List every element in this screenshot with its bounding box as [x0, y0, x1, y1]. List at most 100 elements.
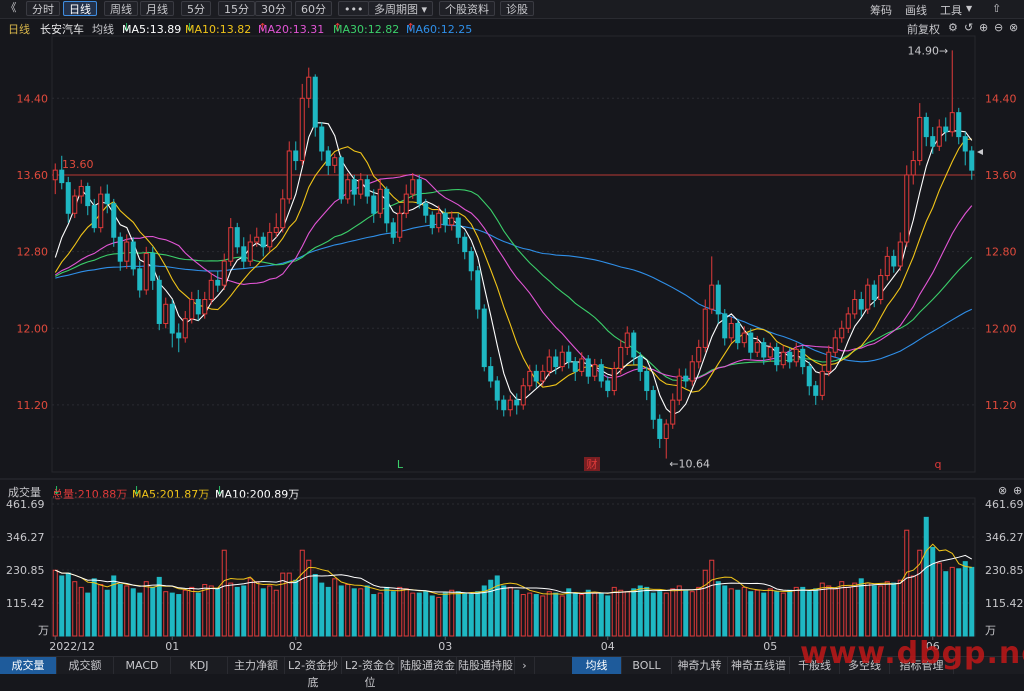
candle-body-24	[208, 279, 214, 301]
overlay-tab-5[interactable]: 多空线	[840, 657, 890, 674]
candle-body-94	[663, 423, 669, 439]
candle-body-50	[377, 188, 383, 214]
candle-body-11	[124, 241, 130, 262]
volume-bar-114	[793, 586, 799, 637]
candle-body-60	[442, 212, 448, 226]
volume-bar-110	[767, 588, 773, 637]
volume-bar-22	[195, 592, 201, 637]
price-tick-right-2: 12.80	[985, 246, 1017, 259]
price-tick-right-3: 12.00	[985, 322, 1017, 335]
volume-bar-62	[455, 591, 461, 637]
candle-body-15	[150, 253, 156, 281]
indicator-tab-6[interactable]: L2-资金仓位	[342, 657, 399, 689]
overlay-tab-6[interactable]: 指标管理	[890, 657, 954, 674]
candle-body-126	[871, 284, 877, 301]
candle-body-28	[234, 227, 240, 248]
volume-bar-77	[553, 592, 559, 637]
candle-body-52	[390, 222, 396, 238]
indicator-tab-1[interactable]: 成交额	[57, 657, 114, 674]
price-tick-left-2: 12.80	[17, 246, 49, 259]
volume-bar-60	[442, 592, 448, 637]
candle-body-29	[241, 246, 247, 262]
volume-bar-86	[611, 586, 617, 637]
candle-body-56	[416, 179, 422, 205]
volume-bar-18	[169, 592, 175, 637]
volume-bar-116	[806, 591, 812, 637]
volume-bar-80	[572, 592, 578, 637]
indicator-tab-4[interactable]: 主力净额	[228, 657, 285, 674]
candle-body-67	[488, 366, 494, 382]
overlay-tab-4[interactable]: 千般线	[790, 657, 840, 674]
candle-body-26	[221, 260, 227, 286]
candle-body-116	[806, 366, 812, 387]
reference-label: 13.60	[62, 158, 94, 171]
candle-body-98	[689, 361, 695, 382]
event-marker-1: 财	[587, 457, 598, 471]
candle-body-97	[683, 375, 689, 382]
candle-body-86	[611, 368, 617, 392]
volume-bar-101	[709, 559, 715, 637]
volume-tick-right-0: 461.69	[985, 498, 1024, 511]
indicator-tab-5[interactable]: L2-资金抄底	[285, 657, 342, 689]
volume-ma5-line	[55, 543, 972, 595]
indicator-tab-3[interactable]: KDJ	[171, 657, 228, 674]
current-price-marker	[977, 148, 983, 155]
overlay-tab-3[interactable]: 神奇五线谱	[728, 657, 790, 674]
candle-body-30	[247, 241, 253, 262]
candle-body-62	[455, 217, 461, 238]
volume-bar-19	[176, 594, 182, 637]
volume-bar-32	[260, 588, 266, 637]
candle-body-139	[956, 112, 962, 138]
volume-bar-28	[234, 586, 240, 637]
candle-body-41	[319, 126, 325, 152]
volume-bar-104	[728, 588, 734, 637]
candle-body-117	[813, 385, 819, 396]
volume-bar-96	[676, 585, 682, 637]
candle-body-75	[540, 370, 546, 382]
candle-body-31	[254, 236, 260, 243]
x-tick-label-3: 03	[438, 640, 452, 653]
volume-bar-15	[150, 586, 156, 637]
volume-bar-61	[449, 589, 455, 637]
candle-body-122	[845, 313, 851, 329]
volume-bar-75	[540, 595, 546, 637]
candle-body-25	[215, 279, 221, 286]
tabs-scroll-right-icon[interactable]: ›	[515, 657, 535, 674]
volume-unit-left: 万	[38, 624, 49, 637]
event-marker-2: q	[935, 458, 942, 471]
candle-body-23	[202, 299, 208, 315]
candle-body-36	[286, 150, 292, 200]
candle-body-73	[527, 370, 533, 387]
volume-bar-25	[215, 588, 221, 637]
candle-body-47	[358, 179, 364, 195]
volume-bar-100	[702, 569, 708, 637]
ma10-line	[54, 138, 972, 393]
overlay-tab-2[interactable]: 神奇九转	[672, 657, 728, 674]
kline-chart[interactable]: 14.40 14.40 13.60 13.60 12.80 12.80 12.00 12.00…	[0, 0, 1024, 656]
volume-bar-103	[722, 585, 728, 637]
volume-bar-49	[371, 594, 377, 637]
volume-bar-53	[397, 586, 403, 637]
indicator-tab-8[interactable]: 陆股通持股	[457, 657, 515, 674]
volume-unit-right: 万	[985, 624, 996, 637]
candle-body-72	[520, 385, 526, 406]
volume-bar-3	[72, 581, 78, 637]
indicator-tab-0[interactable]: 成交量	[0, 657, 57, 674]
candle-body-20	[182, 318, 188, 339]
candle-body-127	[878, 275, 884, 301]
candle-body-63	[462, 236, 468, 253]
volume-bar-13	[137, 592, 143, 637]
candle-body-120	[832, 337, 838, 353]
volume-bar-111	[774, 591, 780, 637]
indicator-tab-7[interactable]: 陆股通资金	[399, 657, 457, 674]
overlay-tab-0[interactable]: 均线	[572, 657, 622, 674]
indicator-tab-2[interactable]: MACD	[114, 657, 171, 674]
candle-body-57	[423, 203, 429, 216]
volume-bar-132	[910, 575, 916, 637]
volume-bar-55	[410, 592, 416, 637]
candle-body-0	[52, 169, 58, 181]
candle-body-88	[624, 332, 630, 348]
volume-bar-0	[52, 569, 58, 637]
overlay-tab-1[interactable]: BOLL	[622, 657, 672, 674]
price-tick-left-4: 11.20	[17, 399, 49, 412]
